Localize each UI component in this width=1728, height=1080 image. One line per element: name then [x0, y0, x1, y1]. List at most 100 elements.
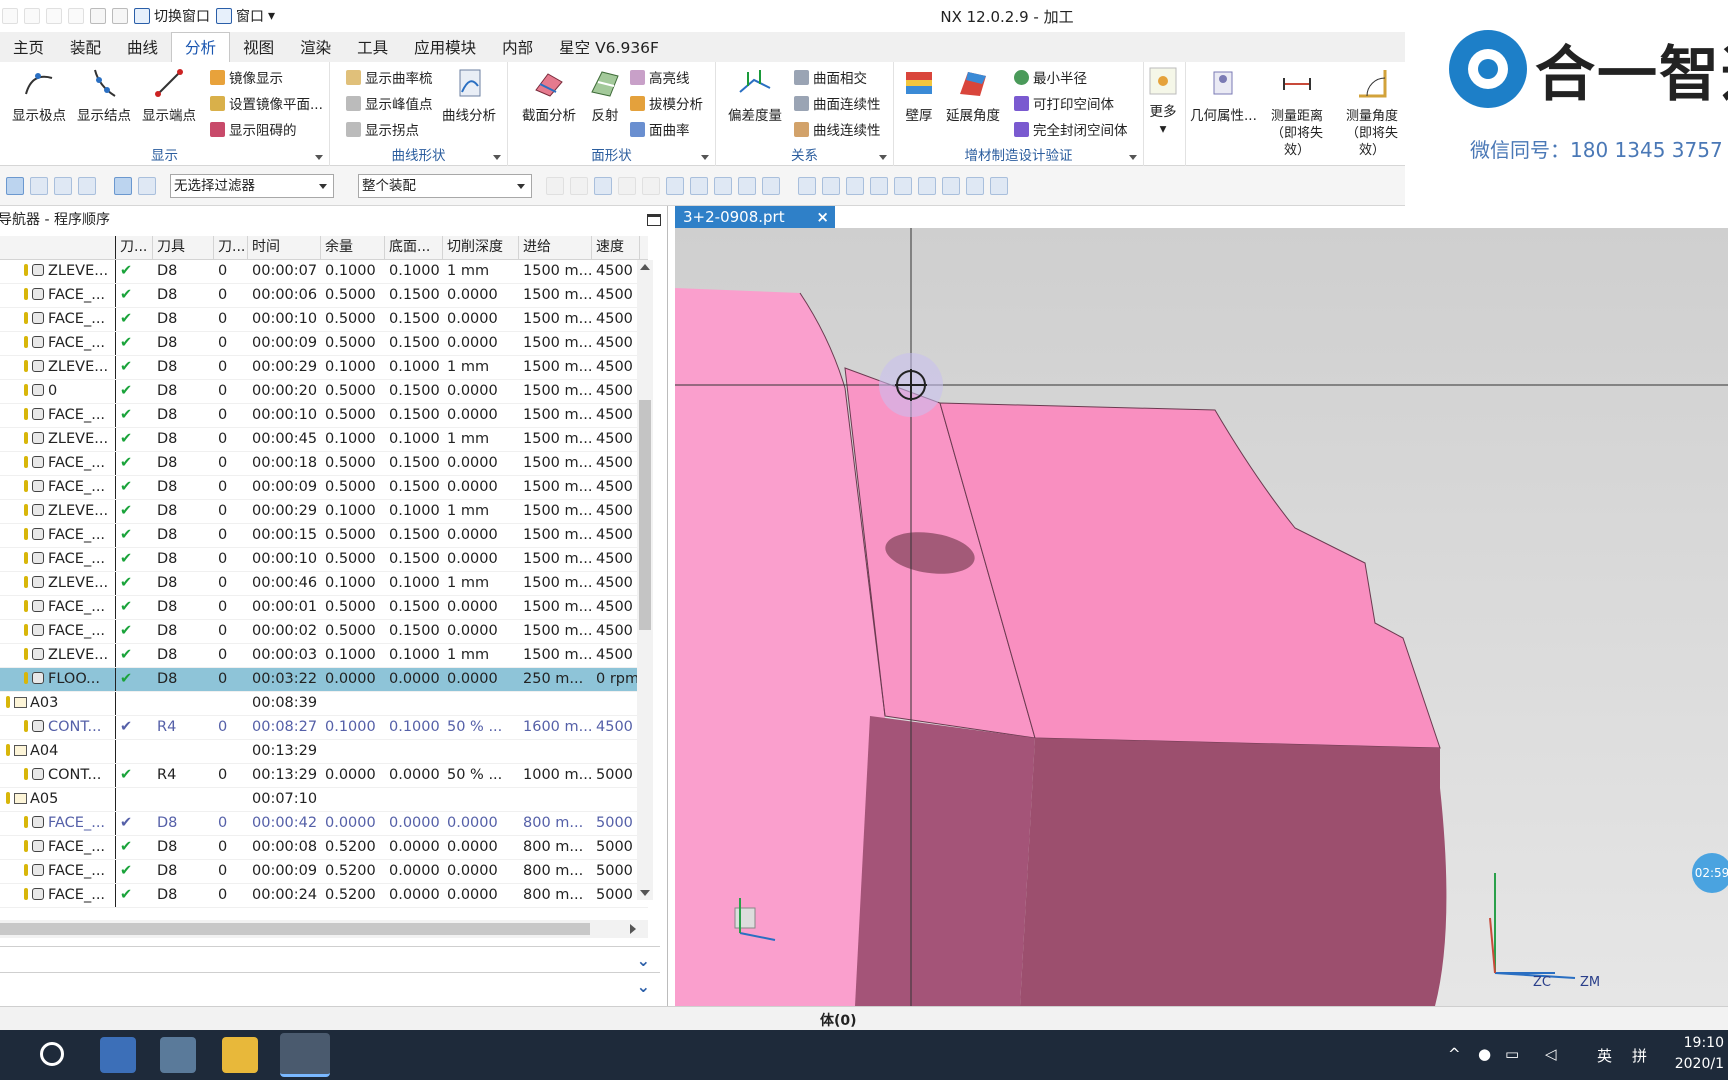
table-row[interactable]: FACE_... ✔ D8 0 00:00:06 0.5000 0.1500 0.0000 15… [0, 284, 648, 308]
show-inflections-button[interactable]: 显示拐点 [346, 118, 419, 140]
tab-render[interactable]: 渲染 [287, 34, 344, 62]
hscroll-thumb[interactable] [0, 923, 590, 935]
switch-window-button[interactable]: 切换窗口 [134, 6, 210, 26]
minimum-radius-button[interactable]: 最小半径 [1014, 66, 1087, 88]
show-curvature-comb-button[interactable]: 显示曲率梳 [346, 66, 433, 88]
box-select-icon[interactable] [738, 176, 756, 195]
tab-view[interactable]: 视图 [230, 34, 287, 62]
reflection-button[interactable]: 反射 [588, 66, 622, 125]
maximize-icon[interactable] [647, 214, 661, 226]
scroll-thumb[interactable] [639, 400, 651, 630]
col-speed[interactable]: 速度 [592, 236, 640, 259]
enclosed-volume-button[interactable]: 完全封闭空间体 [1014, 118, 1128, 140]
table-row[interactable]: FACE_... ✔ D8 0 00:00:24 0.5200 0.0000 0.0000 80… [0, 884, 648, 908]
table-row[interactable]: ZLEVE... ✔ D8 0 00:00:03 0.1000 0.1000 1 mm 1500… [0, 644, 648, 668]
col-cut-depth[interactable]: 切削深度 [443, 236, 519, 259]
snap-quadrant-icon[interactable] [690, 176, 708, 195]
show-knots-button[interactable]: 显示结点 [77, 66, 131, 125]
select-component-icon[interactable] [54, 176, 72, 195]
file-explorer-icon[interactable] [222, 1037, 258, 1073]
program-group-row[interactable]: A05 00:07:10 [0, 788, 648, 812]
tray-expand-icon[interactable]: ^ [1448, 1045, 1461, 1063]
col-time[interactable]: 时间 [248, 236, 321, 259]
face-curvature-button[interactable]: 面曲率 [630, 118, 690, 140]
select-mode-icon[interactable] [6, 176, 24, 195]
table-row[interactable]: FACE_... ✔ D8 0 00:00:18 0.5000 0.1500 0.0000 15… [0, 452, 648, 476]
table-row[interactable]: CONT... ✔ R4 0 00:13:29 0.0000 0.0000 50 % ... 1… [0, 764, 648, 788]
table-row[interactable]: FACE_... ✔ D8 0 00:00:15 0.5000 0.1500 0.0000 15… [0, 524, 648, 548]
col-floor-stock[interactable]: 底面... [385, 236, 443, 259]
render-style-icon[interactable] [942, 176, 960, 195]
layout-icon[interactable] [918, 176, 936, 195]
fit-view-icon[interactable] [798, 176, 816, 195]
program-group-row[interactable]: A03 00:08:39 [0, 692, 648, 716]
table-row[interactable]: CONT... ✔ R4 0 00:08:27 0.1000 0.1000 50 % ... 1… [0, 716, 648, 740]
more-button[interactable]: 更多 ▾ [1148, 66, 1178, 138]
scroll-right-icon[interactable] [630, 924, 636, 934]
rectangle-select-icon[interactable] [714, 176, 732, 195]
details-panel[interactable]: ⌄ [0, 972, 660, 998]
tab-xingkong[interactable]: 星空 V6.936F [546, 34, 672, 62]
close-icon[interactable]: × [816, 206, 829, 228]
printable-volume-button[interactable]: 可打印空间体 [1014, 92, 1114, 114]
clipboard-icon[interactable] [68, 8, 84, 24]
tab-curve[interactable]: 曲线 [114, 34, 171, 62]
tab-tools[interactable]: 工具 [344, 34, 401, 62]
measure-distance-button[interactable]: 测量距离（即将失效） [1264, 66, 1330, 159]
table-row[interactable]: FACE_... ✔ D8 0 00:00:09 0.5000 0.1500 0.0000 15… [0, 476, 648, 500]
document-tab[interactable]: 3+2-0908.prt × [675, 206, 835, 228]
curve-analysis-button[interactable]: 曲线分析 [442, 66, 496, 125]
microphone-icon[interactable]: ● [1478, 1045, 1491, 1063]
measure-angle-button[interactable]: 测量角度（即将失效） [1340, 66, 1404, 159]
show-endpoints-button[interactable]: 显示端点 [142, 66, 196, 125]
relation-dropdown[interactable] [879, 155, 887, 160]
type-filter-dropdown[interactable]: 无选择过滤器 [170, 173, 334, 198]
scroll-down-icon[interactable] [640, 890, 650, 896]
table-row[interactable]: ZLEVE... ✔ D8 0 00:00:46 0.1000 0.1000 1 mm 1500… [0, 572, 648, 596]
table-row[interactable]: FACE_... ✔ D8 0 00:00:10 0.5000 0.1500 0.0000 15… [0, 308, 648, 332]
clock[interactable]: 19:10 2020/1 [1675, 1033, 1724, 1075]
face-shape-dropdown[interactable] [701, 155, 709, 160]
table-row[interactable]: FLOO... ✔ D8 0 00:03:22 0.0000 0.0000 0.0000 250… [0, 668, 648, 692]
table-row[interactable]: ZLEVE... ✔ D8 0 00:00:45 0.1000 0.1000 1 mm 1500… [0, 428, 648, 452]
nx-app-icon[interactable] [280, 1033, 330, 1077]
selection-scope-dropdown[interactable]: 整个装配 [358, 173, 532, 198]
toolbar-options-icon[interactable] [90, 8, 106, 24]
col-tool[interactable]: 刀具 [153, 236, 214, 259]
table-row[interactable]: FACE_... ✔ D8 0 00:00:42 0.0000 0.0000 0.0000 80… [0, 812, 648, 836]
curve-continuity-button[interactable]: 曲线连续性 [794, 118, 881, 140]
tab-assembly[interactable]: 装配 [57, 34, 114, 62]
overhang-angle-button[interactable]: 延展角度 [946, 66, 1000, 125]
select-feature-icon[interactable] [30, 176, 48, 195]
col-feed[interactable]: 进给 [519, 236, 592, 259]
draft-analysis-button[interactable]: 拔模分析 [630, 92, 703, 114]
scroll-up-icon[interactable] [640, 264, 650, 270]
view-cube-icon[interactable] [966, 176, 984, 195]
tab-home[interactable]: 主页 [0, 34, 57, 62]
ime-mode[interactable]: 拼 [1632, 1045, 1647, 1066]
surface-intersection-button[interactable]: 曲面相交 [794, 66, 867, 88]
program-group-row[interactable]: A04 00:13:29 [0, 740, 648, 764]
window-menu-button[interactable]: 窗口 ▾ [216, 6, 275, 26]
table-row[interactable]: ZLEVE... ✔ D8 0 00:00:29 0.1000 0.1000 1 mm 1500… [0, 500, 648, 524]
deviation-gauge-button[interactable]: 偏差度量 [728, 66, 782, 125]
chevron-down-icon[interactable]: ⌄ [637, 977, 650, 996]
snap-intersection-icon[interactable] [642, 176, 660, 195]
graphics-window[interactable]: ZC ZM 02:59 [675, 228, 1728, 1006]
table-row[interactable]: ZLEVE... ✔ D8 0 00:00:29 0.1000 0.1000 1 mm 1500… [0, 356, 648, 380]
select-snap-icon[interactable] [114, 176, 132, 195]
show-blocked-button[interactable]: 显示阻碍的 [210, 118, 297, 140]
show-poles-button[interactable]: 显示极点 [12, 66, 66, 125]
display-group-dropdown[interactable] [315, 155, 323, 160]
wall-thickness-button[interactable]: 壁厚 [902, 66, 936, 125]
show-peak-points-button[interactable]: 显示峰值点 [346, 92, 433, 114]
table-row[interactable]: FACE_... ✔ D8 0 00:00:09 0.5200 0.0000 0.0000 80… [0, 860, 648, 884]
table-row[interactable]: FACE_... ✔ D8 0 00:00:02 0.5000 0.1500 0.0000 15… [0, 620, 648, 644]
tab-application[interactable]: 应用模块 [401, 34, 489, 62]
show-hide-icon[interactable] [762, 176, 780, 195]
geometry-properties-button[interactable]: 几何属性... [1190, 66, 1257, 125]
navigator-vertical-scrollbar[interactable] [637, 260, 653, 900]
cut-icon[interactable] [2, 8, 18, 24]
snap-endpoint-icon[interactable] [546, 176, 564, 195]
volume-icon[interactable]: ◁ [1545, 1045, 1557, 1063]
